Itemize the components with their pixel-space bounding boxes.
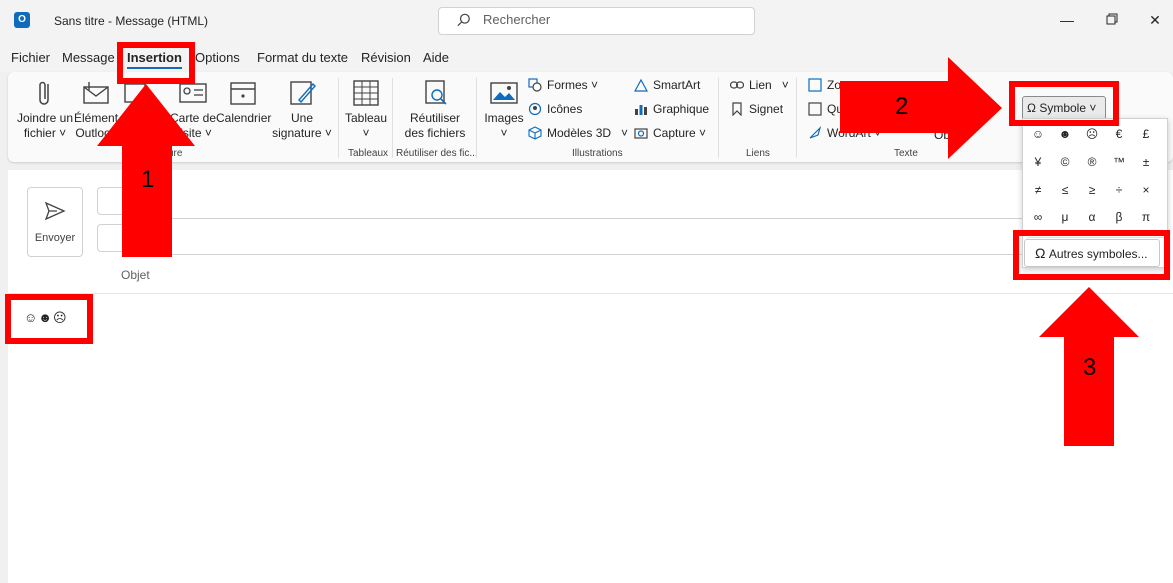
annotation-arrows [97, 57, 1139, 446]
step-number-3: 3 [1083, 354, 1097, 381]
arrow-right-2 [840, 57, 1002, 159]
step-number-1: 1 [141, 166, 155, 193]
step-number-2: 2 [895, 93, 909, 120]
